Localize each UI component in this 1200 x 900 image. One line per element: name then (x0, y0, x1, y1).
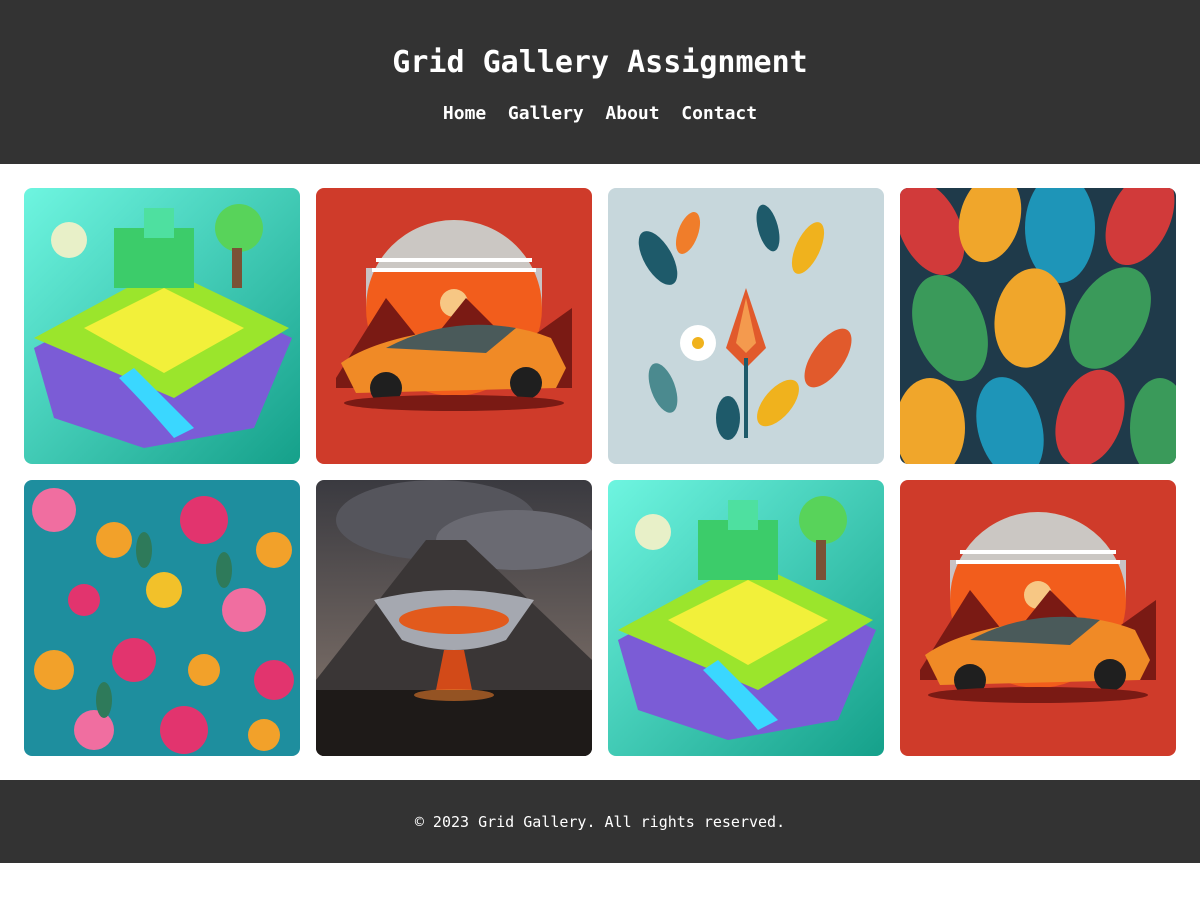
gallery-image-botanical[interactable] (608, 188, 884, 464)
gallery-image-volcano[interactable] (316, 480, 592, 756)
copyright-text: © 2023 Grid Gallery. All rights reserved… (414, 812, 786, 831)
nav-gallery[interactable]: Gallery (508, 103, 584, 124)
island-image (24, 188, 300, 464)
gallery-image-flowers[interactable] (24, 480, 300, 756)
car-image (316, 188, 592, 464)
site-header: Grid Gallery Assignment Home Gallery Abo… (0, 0, 1200, 164)
gallery-image-island-2[interactable] (608, 480, 884, 756)
car-image (900, 480, 1176, 756)
page-title: Grid Gallery Assignment (392, 45, 808, 80)
botanical-image (608, 188, 884, 464)
gallery-image-car-2[interactable] (900, 480, 1176, 756)
gallery-grid (0, 164, 1200, 780)
flowers-image (24, 480, 300, 756)
nav-contact[interactable]: Contact (681, 103, 757, 124)
gallery-image-leaves[interactable] (900, 188, 1176, 464)
nav-about[interactable]: About (605, 103, 659, 124)
island-image (608, 480, 884, 756)
site-footer: © 2023 Grid Gallery. All rights reserved… (0, 780, 1200, 863)
nav-home[interactable]: Home (443, 103, 486, 124)
volcano-image (316, 480, 592, 756)
main-nav: Home Gallery About Contact (0, 103, 1200, 124)
gallery-image-car[interactable] (316, 188, 592, 464)
leaves-image (900, 188, 1176, 464)
gallery-image-island[interactable] (24, 188, 300, 464)
